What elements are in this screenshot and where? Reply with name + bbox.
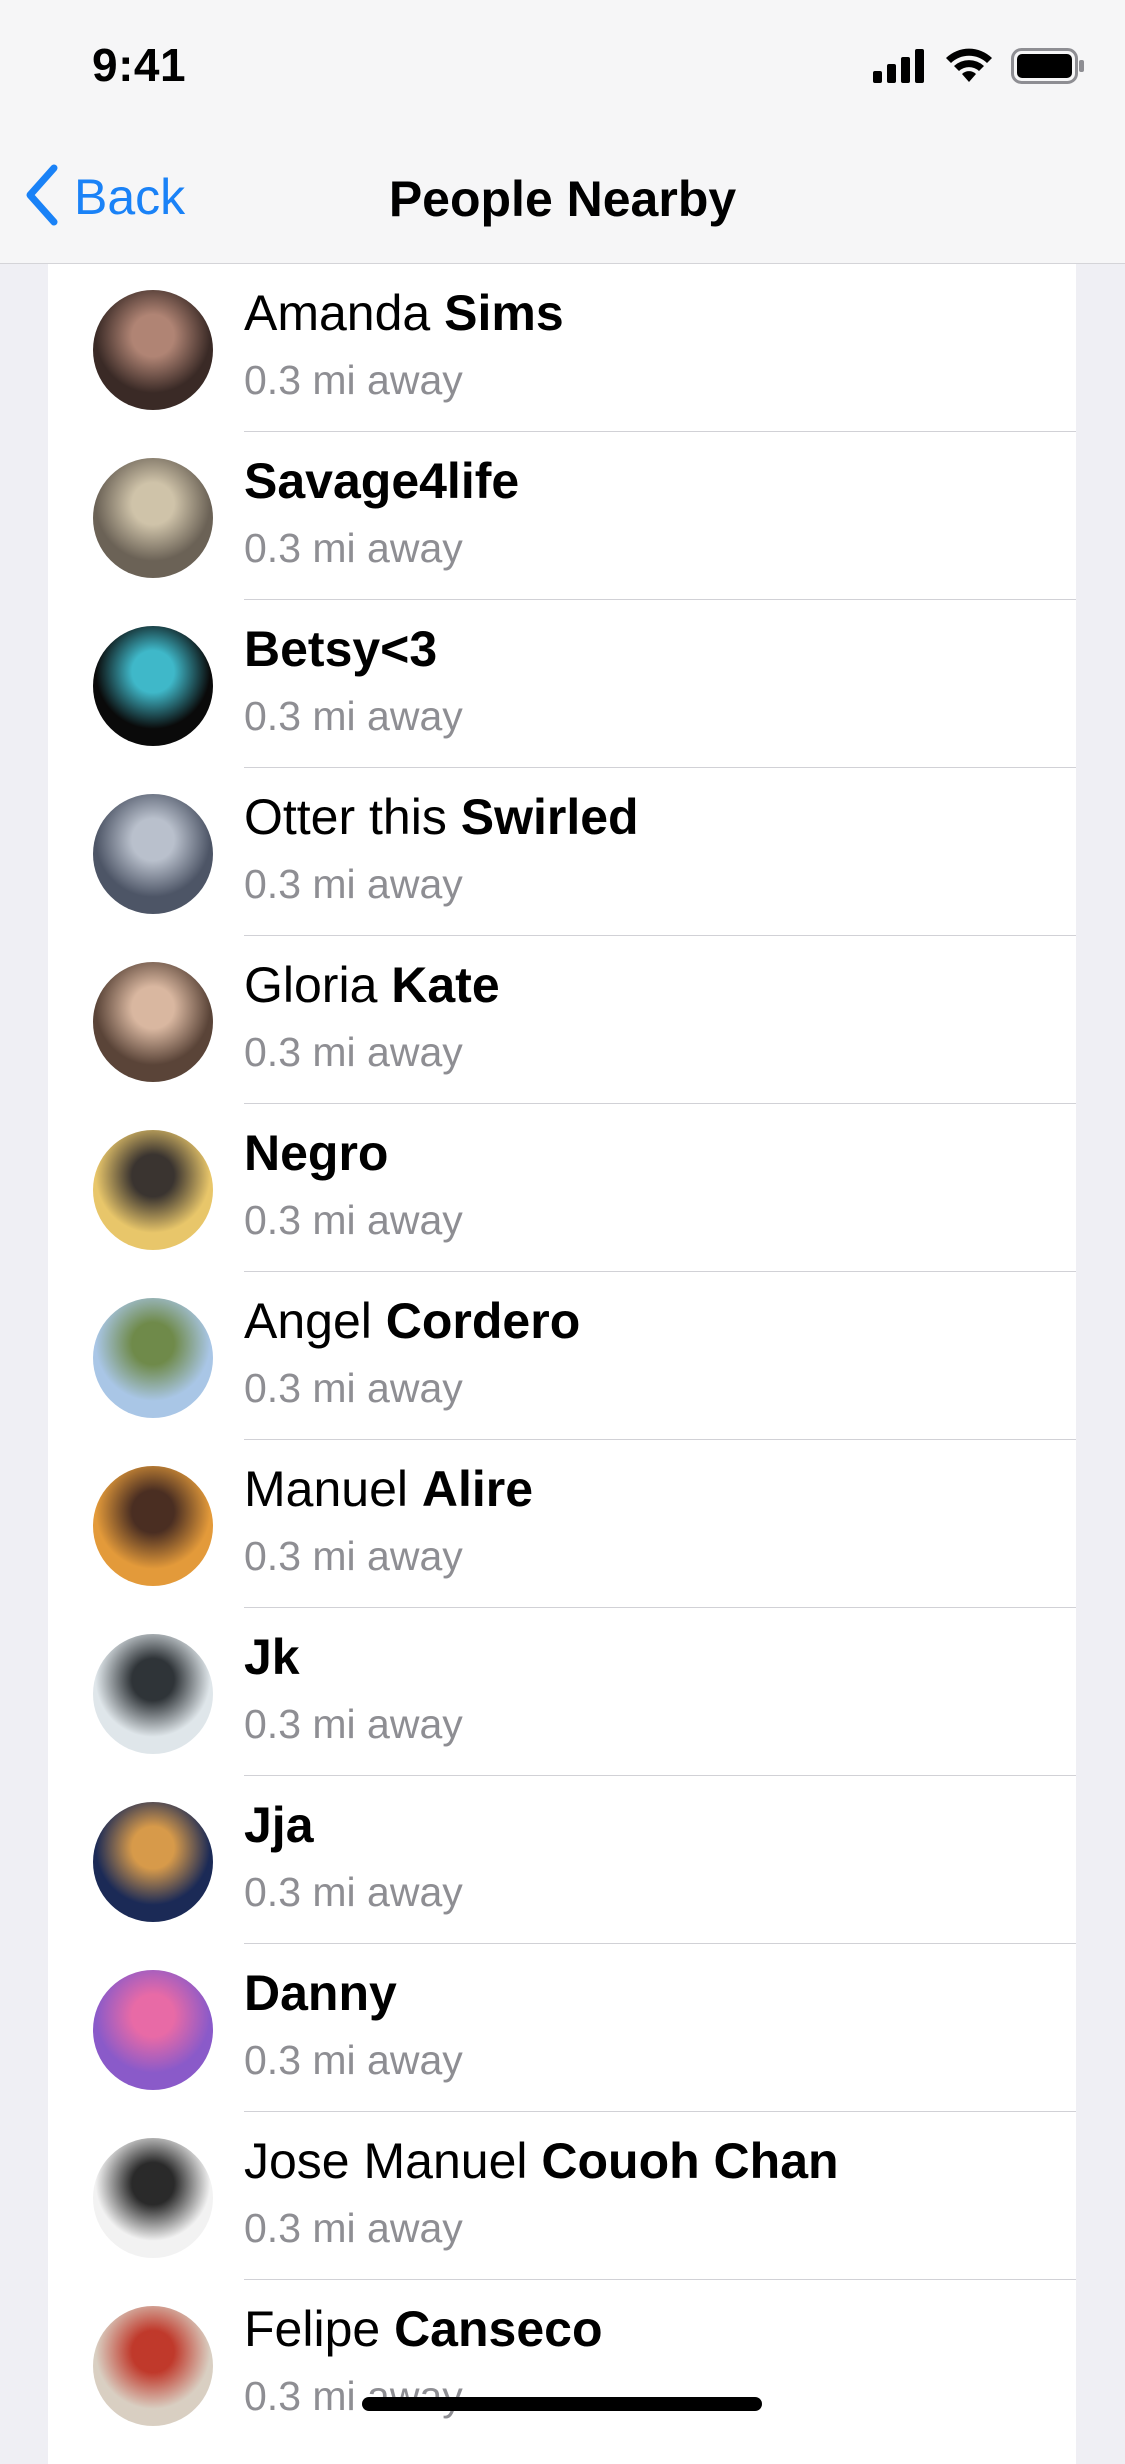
- navigation-bar: Back People Nearby: [0, 132, 1125, 264]
- list-item[interactable]: Felipe Canseco 0.3 mi away: [48, 2280, 1076, 2448]
- person-first-name: Manuel: [244, 1461, 422, 1517]
- person-last-name: Canseco: [394, 2301, 603, 2357]
- person-first-name: Jose Manuel: [244, 2133, 542, 2189]
- people-list: Amanda Sims 0.3 mi away Savage4life 0.3 …: [48, 264, 1076, 2464]
- avatar: [93, 1466, 213, 1586]
- person-last-name: Kate: [391, 957, 500, 1013]
- status-icons: [873, 48, 1085, 89]
- list-item[interactable]: Negro 0.3 mi away: [48, 1104, 1076, 1272]
- avatar: [93, 458, 213, 578]
- person-distance: 0.3 mi away: [244, 2037, 463, 2083]
- person-distance: 0.3 mi away: [244, 1701, 463, 1747]
- person-last-name: Couoh Chan: [541, 2133, 839, 2189]
- battery-icon: [1011, 48, 1085, 89]
- person-name: Felipe Canseco: [244, 2300, 603, 2358]
- person-last-name: Danny: [244, 1965, 397, 2021]
- person-last-name: Sims: [444, 285, 564, 341]
- list-item[interactable]: Savage4life 0.3 mi away: [48, 432, 1076, 600]
- list-item[interactable]: Otter this Swirled 0.3 mi away: [48, 768, 1076, 936]
- person-name: Jk: [244, 1628, 300, 1686]
- page-title: People Nearby: [388, 171, 737, 227]
- person-first-name: Amanda: [244, 285, 445, 341]
- list-item[interactable]: Jja 0.3 mi away: [48, 1776, 1076, 1944]
- avatar: [93, 1130, 213, 1250]
- person-last-name: Savage4life: [244, 453, 520, 509]
- person-first-name: Gloria: [244, 957, 392, 1013]
- person-last-name: Jja: [244, 1797, 314, 1853]
- list-item[interactable]: Jk 0.3 mi away: [48, 1608, 1076, 1776]
- avatar: [93, 290, 213, 410]
- person-distance: 0.3 mi away: [244, 1365, 463, 1411]
- person-distance: 0.3 mi away: [244, 1533, 463, 1579]
- status-time: 9:41: [92, 39, 187, 91]
- list-item[interactable]: Angel Cordero 0.3 mi away: [48, 1272, 1076, 1440]
- person-name: Gloria Kate: [244, 956, 500, 1014]
- person-last-name: Negro: [244, 1125, 389, 1181]
- person-distance: 0.3 mi away: [244, 1197, 463, 1243]
- person-distance: 0.3 mi away: [244, 357, 463, 403]
- person-last-name: Swirled: [460, 789, 639, 845]
- person-distance: 0.3 mi away: [244, 861, 463, 907]
- person-first-name: Felipe: [244, 2301, 395, 2357]
- person-name: Jose Manuel Couoh Chan: [244, 2132, 839, 2190]
- person-last-name: Cordero: [385, 1293, 581, 1349]
- wifi-icon: [945, 48, 993, 89]
- home-indicator: [362, 2397, 762, 2411]
- avatar: [93, 626, 213, 746]
- list-item[interactable]: Manuel Alire 0.3 mi away: [48, 1440, 1076, 1608]
- person-distance: 0.3 mi away: [244, 693, 463, 739]
- list-item[interactable]: Gloria Kate 0.3 mi away: [48, 936, 1076, 1104]
- person-name: Betsy<3: [244, 620, 437, 678]
- avatar: [93, 1802, 213, 1922]
- status-bar: 9:41: [0, 0, 1125, 132]
- avatar: [93, 1970, 213, 2090]
- avatar: [93, 962, 213, 1082]
- avatar: [93, 2306, 213, 2426]
- list-item[interactable]: Amanda Sims 0.3 mi away: [48, 264, 1076, 432]
- person-name: Jja: [244, 1796, 314, 1854]
- avatar: [93, 1298, 213, 1418]
- list-item[interactable]: Betsy<3 0.3 mi away: [48, 600, 1076, 768]
- person-name: Negro: [244, 1124, 388, 1182]
- avatar: [93, 1634, 213, 1754]
- person-distance: 0.3 mi away: [244, 1869, 463, 1915]
- person-name: Savage4life: [244, 452, 519, 510]
- list-item[interactable]: Danny 0.3 mi away: [48, 1944, 1076, 2112]
- cellular-signal-icon: [873, 49, 927, 88]
- avatar: [93, 794, 213, 914]
- person-last-name: Jk: [244, 1629, 300, 1685]
- avatar: [93, 2138, 213, 2258]
- person-name: Amanda Sims: [244, 284, 564, 342]
- person-distance: 0.3 mi away: [244, 2205, 463, 2251]
- person-name: Danny: [244, 1964, 397, 2022]
- list-item[interactable]: Jose Manuel Couoh Chan 0.3 mi away: [48, 2112, 1076, 2280]
- person-name: Angel Cordero: [244, 1292, 580, 1350]
- person-first-name: Otter this: [244, 789, 461, 845]
- person-distance: 0.3 mi away: [244, 525, 463, 571]
- person-distance: 0.3 mi away: [244, 1029, 463, 1075]
- person-last-name: Betsy<3: [244, 621, 438, 677]
- person-last-name: Alire: [421, 1461, 534, 1517]
- person-first-name: Angel: [244, 1293, 386, 1349]
- person-name: Manuel Alire: [244, 1460, 533, 1518]
- person-name: Otter this Swirled: [244, 788, 639, 846]
